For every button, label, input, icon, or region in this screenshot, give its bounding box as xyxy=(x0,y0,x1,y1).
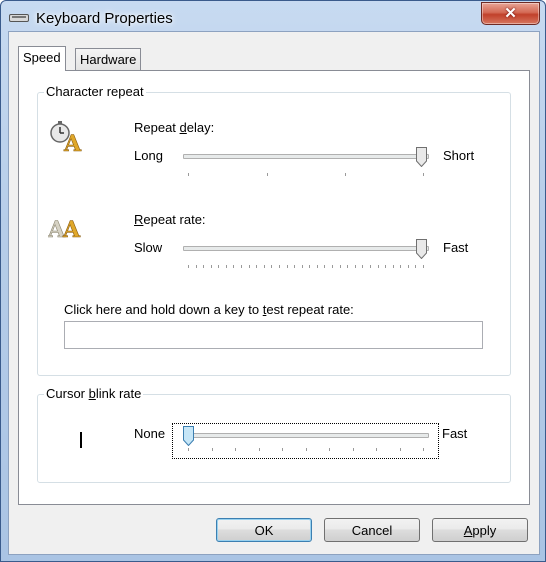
repeat-rate-thumb[interactable] xyxy=(416,239,427,259)
slider-tick xyxy=(305,448,307,451)
slider-tick xyxy=(235,448,236,451)
slider-tick xyxy=(282,448,283,451)
close-button[interactable]: ✕ xyxy=(481,2,540,25)
stopwatch-letter-a-icon: A xyxy=(50,121,82,153)
repeat-delay-label: Repeat delay: xyxy=(134,120,215,135)
slider-tick xyxy=(211,448,213,451)
slider-tick xyxy=(376,448,377,451)
slider-tick xyxy=(316,265,318,268)
slider-tick xyxy=(278,265,280,268)
slider-tick xyxy=(332,265,334,268)
slider-tick xyxy=(377,265,379,268)
test-repeat-label: Click here and hold down a key to test r… xyxy=(64,302,354,317)
slider-tick xyxy=(324,265,326,268)
repeat-delay-track xyxy=(183,154,429,159)
repeat-rate-label: Repeat rate: xyxy=(134,212,206,227)
keyboard-icon xyxy=(9,14,29,22)
tab-speed-label: Speed xyxy=(23,50,61,65)
slider-tick xyxy=(218,265,220,268)
slider-tick xyxy=(256,265,258,268)
slider-tick xyxy=(188,265,189,268)
dialog-client-area: Speed Hardware Character repeat A Repeat… xyxy=(8,31,540,555)
blink-max-label: Fast xyxy=(442,426,468,441)
cursor-blink-title: Cursor blink rate xyxy=(44,386,144,401)
cursor-blink-track xyxy=(183,433,429,438)
slider-tick xyxy=(339,265,341,268)
slider-tick xyxy=(385,265,387,268)
delay-max-label: Short xyxy=(443,148,475,163)
cursor-blink-group: Cursor blink rate None Fast xyxy=(37,386,511,483)
speed-tab-panel: Character repeat A Repeat delay: Long Sh… xyxy=(18,70,530,505)
slider-tick xyxy=(369,265,371,268)
slider-tick xyxy=(347,265,349,268)
tab-hardware-label: Hardware xyxy=(80,52,137,67)
delay-tick xyxy=(423,173,424,176)
delay-tick xyxy=(188,173,189,176)
slider-tick xyxy=(352,448,354,451)
apply-button[interactable]: Apply xyxy=(432,518,528,542)
slider-tick xyxy=(399,448,401,451)
repeat-delay-thumb[interactable] xyxy=(416,147,427,167)
slider-tick xyxy=(392,265,394,268)
slider-tick xyxy=(248,265,250,268)
slider-tick xyxy=(423,265,424,268)
slider-tick xyxy=(294,265,296,268)
rate-max-label: Fast xyxy=(443,240,469,255)
slider-tick xyxy=(195,265,197,268)
cancel-button[interactable]: Cancel xyxy=(324,518,420,542)
slider-tick xyxy=(301,265,303,268)
slider-tick xyxy=(423,448,424,451)
keyboard-properties-window: Keyboard Properties ✕ Speed Hardware Cha… xyxy=(0,0,546,562)
rate-min-label: Slow xyxy=(134,240,163,255)
slider-tick xyxy=(329,448,330,451)
close-icon: ✕ xyxy=(504,5,517,22)
slider-tick xyxy=(286,265,288,268)
blink-min-label: None xyxy=(134,426,166,441)
delay-min-label: Long xyxy=(134,148,163,163)
slider-tick xyxy=(225,265,227,268)
slider-tick xyxy=(203,265,205,268)
svg-text:A: A xyxy=(62,217,81,241)
slider-tick xyxy=(309,265,311,268)
window-title: Keyboard Properties xyxy=(36,10,173,27)
test-repeat-input[interactable] xyxy=(64,321,483,349)
slider-tick xyxy=(400,265,402,268)
slider-tick xyxy=(415,265,417,268)
double-letter-a-icon: A A xyxy=(48,217,81,241)
slider-tick xyxy=(233,265,235,268)
tab-speed[interactable]: Speed xyxy=(18,46,66,71)
slider-tick xyxy=(362,265,364,268)
character-repeat-group: Character repeat A Repeat delay: Long Sh… xyxy=(37,84,511,376)
slider-tick xyxy=(263,265,265,268)
slider-tick xyxy=(271,265,273,268)
tab-hardware[interactable]: Hardware xyxy=(75,48,142,70)
slider-tick xyxy=(407,265,409,268)
character-repeat-title: Character repeat xyxy=(44,84,146,99)
slider-tick xyxy=(188,448,189,451)
ok-button[interactable]: OK xyxy=(216,518,312,542)
slider-tick xyxy=(210,265,212,268)
slider-tick xyxy=(258,448,260,451)
cursor-blink-slider[interactable] xyxy=(172,423,439,459)
slider-tick xyxy=(354,265,356,268)
repeat-rate-track xyxy=(183,246,429,251)
delay-tick xyxy=(267,173,268,176)
delay-tick xyxy=(345,173,346,176)
slider-tick xyxy=(241,265,243,268)
blinking-cursor-preview xyxy=(80,432,82,448)
cursor-blink-thumb[interactable] xyxy=(183,426,194,446)
svg-text:A: A xyxy=(63,131,82,153)
